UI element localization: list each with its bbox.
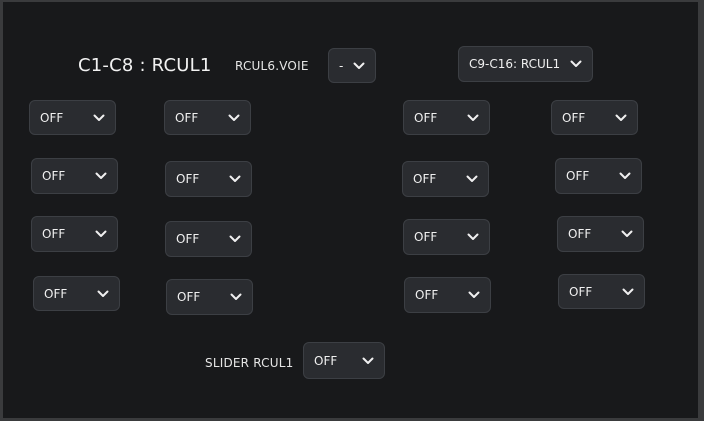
channel-dropdown-value: OFF	[176, 172, 200, 186]
channel-dropdown-value: OFF	[415, 288, 439, 302]
chevron-down-icon	[230, 293, 242, 301]
chevron-down-icon	[467, 114, 479, 122]
channel-dropdown-c10[interactable]: OFF	[402, 161, 489, 197]
slider-label: SLIDER RCUL1	[205, 356, 294, 370]
channel-dropdown-value: OFF	[40, 110, 64, 125]
channel-dropdown-value: OFF	[413, 172, 437, 186]
voie-dropdown[interactable]: -	[328, 48, 376, 83]
channel-dropdown-c9[interactable]: OFF	[403, 100, 490, 135]
channel-dropdown-c15[interactable]: OFF	[557, 216, 644, 252]
channel-dropdown-value: OFF	[414, 110, 438, 125]
channel-dropdown-c16[interactable]: OFF	[558, 274, 645, 309]
bank-select-dropdown[interactable]: C9-C16: RCUL1	[458, 46, 593, 82]
channel-dropdown-value: OFF	[568, 227, 592, 241]
chevron-down-icon	[229, 175, 241, 183]
chevron-down-icon	[468, 291, 480, 299]
channel-dropdown-value: OFF	[44, 286, 68, 301]
chevron-down-icon	[229, 235, 241, 243]
chevron-down-icon	[466, 175, 478, 183]
chevron-down-icon	[228, 114, 240, 122]
channel-dropdown-value: OFF	[414, 230, 438, 244]
channel-dropdown-c8[interactable]: OFF	[166, 279, 253, 315]
channel-dropdown-c13[interactable]: OFF	[551, 100, 638, 135]
slider-dropdown[interactable]: OFF	[303, 342, 385, 379]
chevron-down-icon	[95, 172, 107, 180]
chevron-down-icon	[93, 114, 105, 122]
channel-dropdown-c5[interactable]: OFF	[164, 100, 251, 135]
channel-dropdown-value: OFF	[562, 110, 586, 125]
chevron-down-icon	[622, 288, 634, 296]
channel-dropdown-c4[interactable]: OFF	[33, 276, 120, 311]
chevron-down-icon	[615, 114, 627, 122]
channel-dropdown-c6[interactable]: OFF	[165, 161, 252, 197]
channel-dropdown-c14[interactable]: OFF	[555, 158, 642, 194]
channel-dropdown-value: OFF	[42, 227, 66, 241]
channel-dropdown-c3[interactable]: OFF	[31, 216, 118, 252]
channel-dropdown-c1[interactable]: OFF	[29, 100, 116, 135]
channel-dropdown-c12[interactable]: OFF	[404, 277, 491, 313]
channel-dropdown-value: OFF	[569, 284, 593, 299]
channel-dropdown-value: OFF	[175, 110, 199, 125]
voie-dropdown-value: -	[339, 58, 344, 73]
chevron-down-icon	[621, 230, 633, 238]
chevron-down-icon	[619, 172, 631, 180]
slider-dropdown-value: OFF	[314, 353, 338, 368]
channel-dropdown-value: OFF	[177, 290, 201, 304]
channel-dropdown-c2[interactable]: OFF	[31, 158, 118, 194]
channel-dropdown-value: OFF	[42, 169, 66, 183]
bank-select-value: C9-C16: RCUL1	[469, 57, 561, 71]
chevron-down-icon	[353, 62, 365, 70]
voie-label: RCUL6.VOIE	[235, 59, 309, 73]
chevron-down-icon	[362, 357, 374, 365]
channel-dropdown-value: OFF	[566, 169, 590, 183]
chevron-down-icon	[97, 290, 109, 298]
channel-dropdown-value: OFF	[176, 232, 200, 246]
chevron-down-icon	[467, 233, 479, 241]
channel-dropdown-c7[interactable]: OFF	[165, 221, 252, 257]
channel-dropdown-c11[interactable]: OFF	[403, 219, 490, 255]
bank-title: C1-C8 : RCUL1	[78, 55, 212, 76]
chevron-down-icon	[95, 230, 107, 238]
chevron-down-icon	[570, 60, 582, 68]
